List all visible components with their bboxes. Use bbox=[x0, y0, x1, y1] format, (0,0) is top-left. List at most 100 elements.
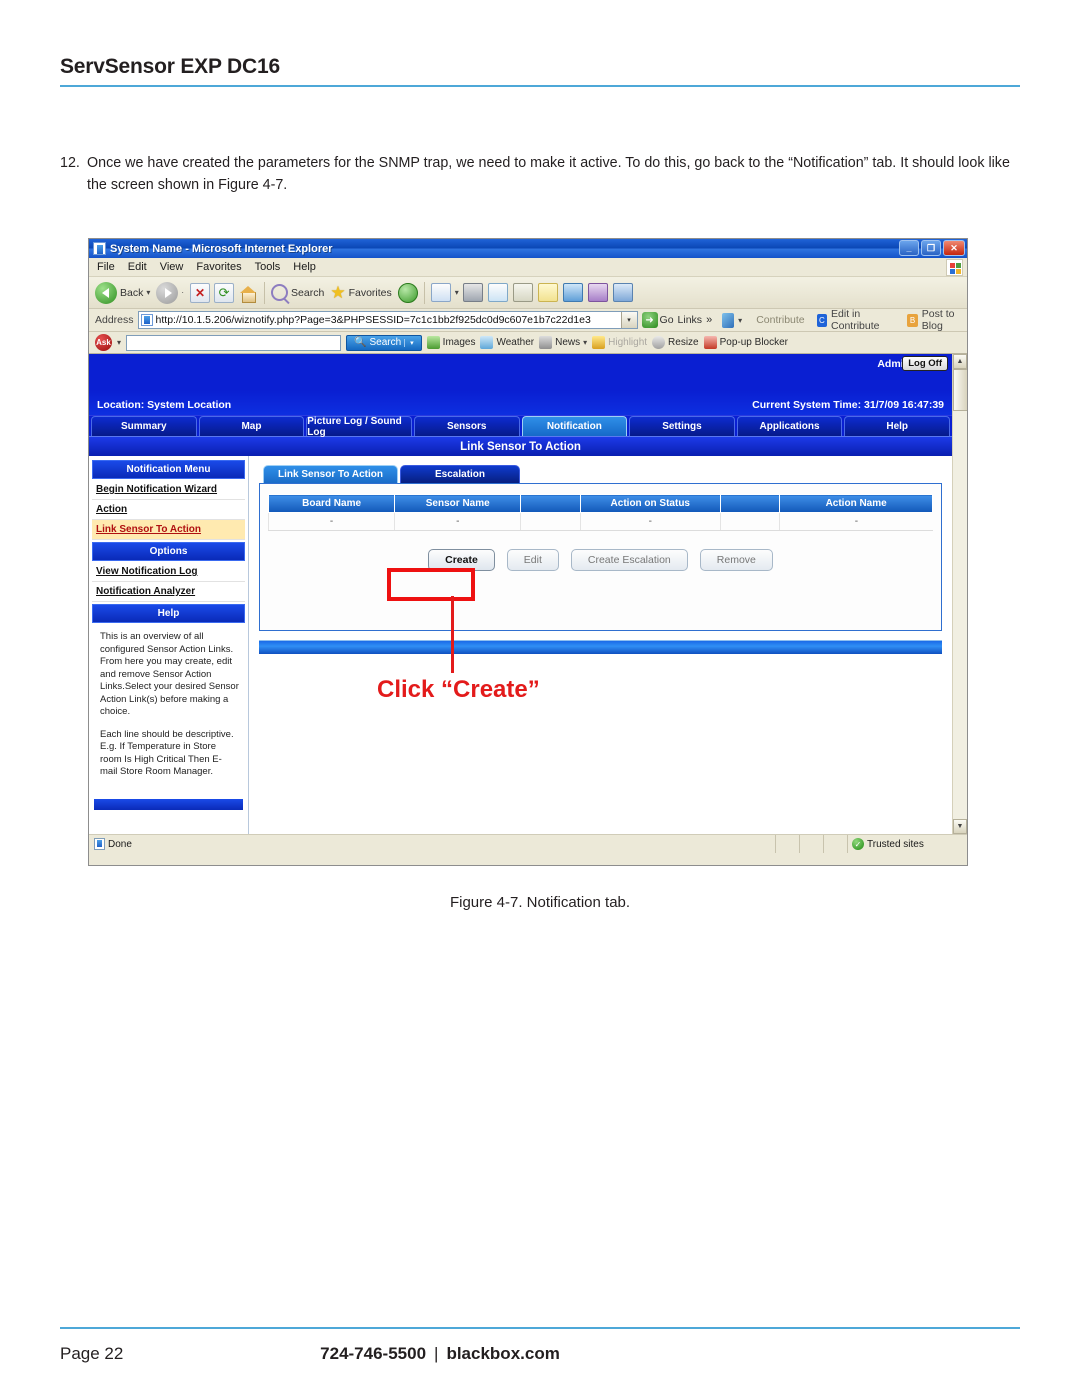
menu-item-view[interactable]: View bbox=[160, 261, 184, 273]
ask-chevron-down-icon[interactable]: ▾ bbox=[117, 338, 121, 347]
ask-item-popup-blocker-label: Pop-up Blocker bbox=[719, 337, 788, 348]
browser-addressbar[interactable]: Address http://10.1.5.206/wiznotify.php?… bbox=[89, 308, 967, 332]
browser-statusbar: Done ✓ Trusted sites bbox=[89, 834, 967, 853]
favorites-button[interactable]: ★ Favorites bbox=[330, 284, 391, 301]
links-overflow-icon[interactable]: » bbox=[706, 314, 712, 326]
sidebar-item-action[interactable]: Action bbox=[92, 500, 245, 520]
step-number: 12. bbox=[60, 155, 80, 171]
ask-logo-icon[interactable]: Ask bbox=[95, 334, 112, 351]
step-text: Once we have created the parameters for … bbox=[87, 155, 1010, 193]
home-icon[interactable] bbox=[238, 283, 258, 303]
table-row[interactable]: - - - - bbox=[267, 512, 933, 531]
history-icon[interactable] bbox=[397, 282, 418, 303]
refresh-icon[interactable] bbox=[214, 282, 235, 303]
contribute-chevron-down-icon[interactable]: ▾ bbox=[738, 316, 742, 325]
logoff-button[interactable]: Log Off bbox=[902, 356, 948, 371]
media-icon[interactable] bbox=[587, 283, 608, 302]
msn-icon[interactable] bbox=[562, 283, 583, 302]
ask-item-news[interactable]: News ▾ bbox=[539, 336, 587, 349]
help-paragraph-2: Each line should be descriptive. E.g. If… bbox=[100, 728, 234, 778]
go-button[interactable]: ➜ Go bbox=[641, 312, 674, 328]
ask-item-weather-label: Weather bbox=[496, 337, 535, 348]
minimize-button[interactable]: _ bbox=[899, 240, 919, 256]
sidebar-item-link-sensor-to-action[interactable]: Link Sensor To Action bbox=[92, 520, 245, 540]
browser-toolbar[interactable]: Back ▾ · Search ★ Favorites ▾ bbox=[89, 277, 967, 309]
tab-picture-log-sound-log[interactable]: Picture Log / Sound Log bbox=[306, 416, 412, 438]
weather-icon bbox=[480, 336, 494, 349]
chevron-down-icon[interactable]: ▾ bbox=[146, 288, 150, 297]
trusted-sites-icon: ✓ bbox=[852, 838, 864, 850]
tab-help[interactable]: Help bbox=[844, 416, 950, 436]
address-input[interactable]: http://10.1.5.206/wiznotify.php?Page=3&P… bbox=[137, 311, 638, 329]
forward-chevron-down-icon[interactable]: · bbox=[181, 288, 184, 297]
discuss-icon[interactable] bbox=[512, 283, 533, 302]
edit-button: Edit bbox=[506, 549, 559, 571]
forward-button[interactable]: · bbox=[156, 281, 184, 304]
menu-item-file[interactable]: File bbox=[97, 261, 115, 273]
browser-menubar[interactable]: File Edit View Favorites Tools Help bbox=[89, 258, 967, 277]
edit-in-contribute-label[interactable]: Edit in Contribute bbox=[831, 308, 895, 332]
ask-search-input[interactable] bbox=[126, 334, 342, 351]
window-controls[interactable]: _ ❐ ✕ bbox=[899, 240, 965, 256]
ask-search-dropdown-icon[interactable]: ▾ bbox=[404, 338, 414, 347]
scrollbar-thumb[interactable] bbox=[953, 369, 967, 411]
tab-settings[interactable]: Settings bbox=[629, 416, 735, 436]
subtab-link-sensor-to-action[interactable]: Link Sensor To Action bbox=[263, 465, 399, 483]
menu-item-tools[interactable]: Tools bbox=[255, 261, 281, 273]
ask-toolbar[interactable]: Ask ▾ 🔍 Search ▾ Images Weather News ▾ H… bbox=[89, 332, 967, 354]
menu-item-favorites[interactable]: Favorites bbox=[196, 261, 241, 273]
windows-flag-icon bbox=[946, 259, 963, 276]
contribute-label[interactable]: Contribute bbox=[756, 314, 804, 326]
tab-sensors[interactable]: Sensors bbox=[413, 416, 520, 436]
sidebar-item-notification-analyzer[interactable]: Notification Analyzer bbox=[92, 582, 245, 602]
messenger-icon[interactable] bbox=[612, 283, 633, 302]
sensor-action-table: Board Name Sensor Name Action on Status … bbox=[267, 494, 933, 531]
links-label[interactable]: Links bbox=[678, 314, 703, 326]
sidebar-item-view-notification-log[interactable]: View Notification Log bbox=[92, 562, 245, 582]
viewport-scrollbar[interactable]: ▲ ▼ bbox=[952, 354, 967, 834]
news-chevron-down-icon[interactable]: ▾ bbox=[583, 338, 587, 347]
subtab-escalation[interactable]: Escalation bbox=[400, 465, 521, 483]
notes-icon[interactable] bbox=[537, 283, 558, 302]
print-icon[interactable] bbox=[462, 283, 483, 302]
ask-item-popup-blocker[interactable]: Pop-up Blocker bbox=[703, 336, 788, 349]
tab-notification[interactable]: Notification bbox=[521, 416, 628, 436]
highlight-icon bbox=[592, 336, 606, 349]
edit-icon[interactable] bbox=[487, 283, 508, 302]
search-button[interactable]: Search bbox=[271, 284, 324, 301]
ask-item-weather[interactable]: Weather bbox=[480, 336, 534, 349]
figure-screenshot: System Name - Microsoft Internet Explore… bbox=[88, 238, 968, 866]
status-slot-2 bbox=[799, 835, 823, 853]
stop-icon[interactable] bbox=[190, 282, 211, 303]
ask-item-resize[interactable]: Resize bbox=[652, 336, 699, 349]
content-area: Link Sensor To Action Escalation Board N… bbox=[249, 456, 952, 834]
mail-chevron-down-icon[interactable]: ▾ bbox=[455, 288, 459, 297]
tab-summary[interactable]: Summary bbox=[91, 416, 197, 436]
security-zone[interactable]: ✓ Trusted sites bbox=[847, 835, 967, 853]
main-tab-bar[interactable]: Summary Map Picture Log / Sound Log Sens… bbox=[89, 416, 952, 438]
scroll-up-button[interactable]: ▲ bbox=[953, 354, 967, 369]
close-button[interactable]: ✕ bbox=[943, 240, 965, 256]
contribute-toolbar-icon[interactable] bbox=[722, 312, 735, 328]
maximize-button[interactable]: ❐ bbox=[921, 240, 941, 256]
cell-action-name: - bbox=[779, 512, 933, 531]
ask-item-images[interactable]: Images bbox=[426, 336, 475, 349]
mail-icon[interactable] bbox=[430, 283, 451, 302]
ask-item-highlight[interactable]: Highlight bbox=[592, 336, 647, 349]
sub-tab-bar[interactable]: Link Sensor To Action Escalation bbox=[263, 464, 942, 483]
address-dropdown-icon[interactable]: ▾ bbox=[620, 312, 637, 328]
menu-item-edit[interactable]: Edit bbox=[128, 261, 147, 273]
action-button-row[interactable]: Create Edit Create Escalation Remove bbox=[268, 549, 933, 571]
cell-board-name: - bbox=[267, 512, 395, 531]
sidebar-help-text: This is an overview of all configured Se… bbox=[92, 624, 245, 793]
menu-item-help[interactable]: Help bbox=[293, 261, 316, 273]
sidebar-item-begin-notification-wizard[interactable]: Begin Notification Wizard bbox=[92, 480, 245, 500]
back-button[interactable]: Back ▾ bbox=[95, 281, 150, 304]
ask-search-button[interactable]: 🔍 Search ▾ bbox=[346, 334, 422, 351]
tab-map[interactable]: Map bbox=[198, 416, 305, 436]
footer-phone: 724-746-5500 bbox=[320, 1344, 427, 1363]
scroll-down-button[interactable]: ▼ bbox=[953, 819, 967, 834]
news-icon bbox=[539, 336, 553, 349]
tab-applications[interactable]: Applications bbox=[736, 416, 843, 436]
post-to-blog-label[interactable]: Post to Blog bbox=[922, 308, 967, 332]
